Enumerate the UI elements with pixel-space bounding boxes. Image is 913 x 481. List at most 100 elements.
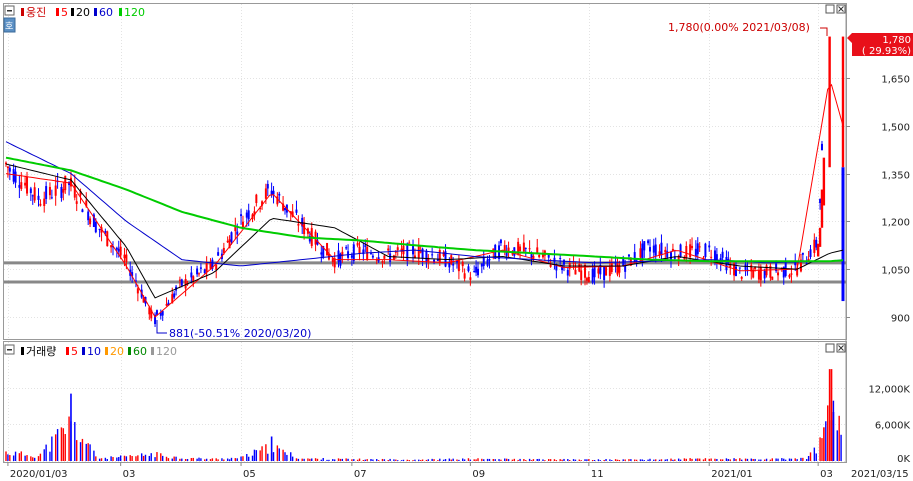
volume-bar — [419, 460, 422, 461]
volume-bar — [622, 459, 624, 461]
volume-bar — [475, 459, 477, 461]
candle-body — [763, 270, 766, 279]
candle-body — [616, 263, 619, 275]
candle-body — [421, 248, 424, 259]
volume-bar — [125, 456, 128, 461]
volume-bar — [548, 459, 550, 461]
volume-bar — [406, 459, 409, 461]
candle-body — [532, 255, 535, 259]
volume-bar — [295, 458, 298, 461]
candle-body — [356, 242, 359, 246]
candle-body — [809, 249, 812, 257]
candle-body — [820, 143, 823, 151]
volume-bar — [253, 449, 256, 461]
candle-body — [499, 239, 502, 244]
volume-bar — [20, 451, 22, 461]
volume-bar — [389, 458, 391, 461]
candle-body — [215, 264, 218, 270]
candle-body — [480, 263, 483, 267]
candle-body — [580, 270, 583, 280]
volume-bar — [186, 459, 189, 461]
volume-bar — [106, 459, 108, 461]
candle-body — [264, 188, 267, 199]
x-tick-label: 03 — [820, 469, 833, 480]
volume-bar — [783, 458, 785, 461]
candle-body — [381, 261, 384, 263]
volume-bar — [492, 459, 494, 461]
chart-canvas[interactable]: 1,650 1,500 1,350 1,200 1,050 900 12,000K 6,000… — [0, 0, 913, 481]
side-button[interactable]: 호 — [3, 17, 16, 33]
volume-bar — [49, 451, 51, 461]
candle-body — [553, 257, 556, 262]
candle-body — [721, 251, 724, 258]
volume-bar — [823, 427, 825, 461]
candle-body — [43, 198, 46, 207]
candle-body — [519, 246, 522, 251]
candle-body — [37, 195, 40, 200]
candle-body — [841, 167, 845, 302]
volume-bar — [104, 457, 107, 461]
legend-swatch-v60 — [128, 347, 131, 355]
candle-body — [383, 255, 386, 259]
volume-bar — [827, 405, 829, 461]
candle-body — [392, 255, 395, 260]
volume-bar — [173, 456, 175, 461]
volume-bar — [802, 457, 804, 461]
volume-bar — [672, 459, 674, 461]
candle-body — [245, 212, 248, 218]
candle-body — [438, 250, 441, 263]
volume-bar — [836, 430, 838, 461]
candle-body — [345, 247, 348, 249]
candle-body — [87, 211, 90, 221]
candle-body — [320, 252, 323, 255]
volume-bar — [87, 443, 89, 461]
volume-bar — [569, 460, 571, 461]
candle-body — [123, 254, 126, 259]
x-tick-label: 05 — [243, 469, 256, 480]
volume-bar — [830, 369, 833, 461]
volume-bar — [624, 459, 626, 461]
volume-bar — [70, 393, 72, 461]
volume-bar — [246, 453, 248, 461]
volume-bar — [26, 455, 28, 461]
volume-bar — [530, 460, 533, 461]
candle-body — [691, 245, 694, 249]
volume-bar — [679, 459, 682, 461]
volume-bar — [702, 459, 705, 461]
maximize-icon[interactable] — [825, 343, 835, 353]
volume-bar — [536, 458, 538, 461]
volume-bar — [674, 459, 676, 461]
candle-body — [196, 268, 199, 275]
candle-body — [387, 248, 390, 251]
volume-bar — [486, 458, 489, 461]
volume-bar — [85, 443, 87, 461]
volume-bar — [769, 459, 772, 461]
candle-body — [815, 239, 818, 248]
volume-bar — [383, 459, 386, 461]
volume-bar — [408, 460, 410, 461]
volume-bar — [574, 459, 577, 461]
candle-body — [777, 272, 780, 276]
side-button-label: 호 — [5, 21, 13, 32]
price-y-tick-label: 1,050 — [881, 266, 910, 277]
volume-bar — [339, 458, 342, 461]
volume-bar — [161, 455, 164, 461]
x-tick-label: 2020/01/03 — [10, 469, 68, 480]
candle-body — [217, 252, 220, 256]
volume-bar — [528, 458, 531, 461]
volume-bar — [303, 458, 305, 461]
volume-bar — [664, 459, 666, 461]
volume-bar — [76, 440, 78, 461]
legend-swatch-ma20 — [71, 8, 74, 16]
volume-bar — [181, 458, 183, 461]
volume-bar — [358, 458, 361, 461]
volume-bar — [549, 459, 552, 461]
volume-bar — [326, 459, 328, 461]
candle-body — [585, 278, 588, 281]
volume-bar — [813, 447, 816, 461]
candle-body — [788, 274, 791, 278]
candle-body — [184, 279, 187, 289]
volume-bar — [314, 458, 317, 461]
volume-bar — [561, 459, 563, 461]
maximize-icon[interactable] — [825, 4, 835, 14]
